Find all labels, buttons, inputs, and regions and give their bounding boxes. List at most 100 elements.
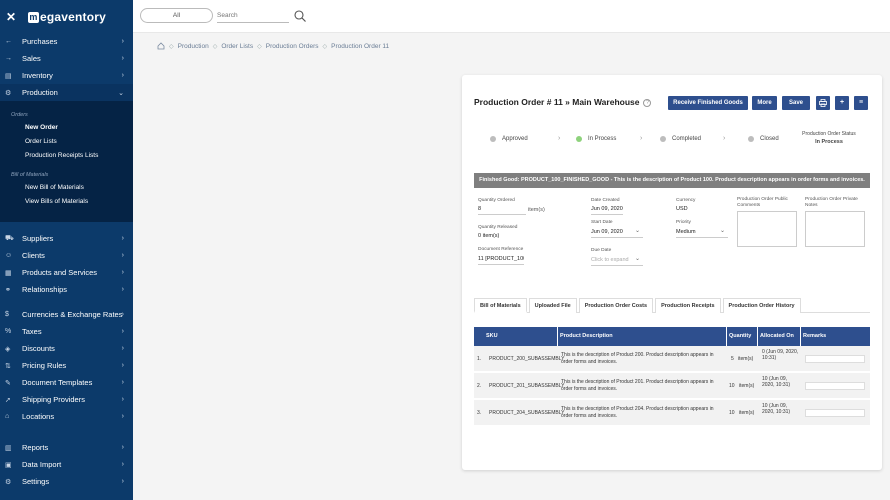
sidebar-item-currencies[interactable]: $ Currencies & Exchange Rates › <box>0 306 133 323</box>
sidebar-item-sales[interactable]: → Sales › <box>0 50 133 67</box>
tab-production-order-costs[interactable]: Production Order Costs <box>578 298 654 313</box>
send-icon: ➚ <box>5 396 11 404</box>
sidebar-item-label: Clients <box>22 251 45 260</box>
table-row[interactable]: 1. PRODUCT_200_SUBASSEMBLY This is the d… <box>474 346 870 373</box>
chevron-right-icon: › <box>640 135 643 142</box>
submenu-item-order-lists[interactable]: Order Lists <box>0 135 133 149</box>
row-description: This is the description of Product 204. … <box>561 406 714 419</box>
tab-uploaded-file[interactable]: Uploaded File <box>528 298 577 313</box>
column-header-description: Product Description <box>557 327 613 346</box>
production-submenu: Orders New Order Order Lists Production … <box>0 101 133 222</box>
row-sku: PRODUCT_201_SUBASSEMBLY <box>489 383 565 389</box>
save-button[interactable]: Save <box>782 96 810 110</box>
sidebar-item-settings[interactable]: ⚙ Settings › <box>0 473 133 490</box>
quantity-ordered-input[interactable]: 8 <box>478 205 526 215</box>
public-comments-label: Production Order Public Comments <box>737 197 788 208</box>
column-header-quantity: Quantity <box>726 327 751 346</box>
menu-button[interactable]: ≡ <box>854 96 868 110</box>
table-row[interactable]: 3. PRODUCT_204_SUBASSEMBLY This is the d… <box>474 400 870 427</box>
submenu-item-new-bom[interactable]: New Bill of Materials <box>0 181 133 195</box>
submenu-item-new-order[interactable]: New Order <box>0 121 133 135</box>
sidebar-item-reports[interactable]: ▥ Reports › <box>0 439 133 456</box>
page-title: Production Order # 11 » Main Warehouse? <box>474 97 652 107</box>
top-bar: All <box>133 0 890 33</box>
sidebar-item-relationships[interactable]: ⚭ Relationships › <box>0 281 133 298</box>
sidebar-item-locations[interactable]: ⌂ Locations › <box>0 408 133 425</box>
logo-mark: m <box>28 11 39 23</box>
more-button[interactable]: More <box>752 96 777 110</box>
truck-icon: ⛟ <box>5 235 14 242</box>
row-sku: PRODUCT_200_SUBASSEMBLY <box>489 356 565 362</box>
finished-good-banner: Finished Good: PRODUCT_100_FINISHED_GOOD… <box>474 173 870 188</box>
breadcrumb-separator-icon: ◇ <box>169 43 174 50</box>
breadcrumb: ◇ Production ◇ Order Lists ◇ Production … <box>157 42 389 50</box>
sidebar-item-purchases[interactable]: ← Purchases › <box>0 33 133 50</box>
add-button[interactable]: + <box>835 96 849 110</box>
chevron-down-icon: ⌄ <box>635 228 641 234</box>
breadcrumb-order-lists[interactable]: Order Lists <box>221 43 253 50</box>
public-comments-textarea[interactable] <box>737 211 797 247</box>
sidebar-item-document-templates[interactable]: ✎ Document Templates › <box>0 374 133 391</box>
sidebar-item-pricing-rules[interactable]: ⇅ Pricing Rules › <box>0 357 133 374</box>
sidebar-item-inventory[interactable]: ▤ Inventory › <box>0 67 133 84</box>
column-header-allocated-on: Allocated On <box>757 327 794 346</box>
step-dot <box>490 136 496 142</box>
home-icon[interactable] <box>157 42 165 50</box>
sidebar-item-label: Purchases <box>22 37 58 46</box>
chevron-right-icon: › <box>121 72 124 79</box>
submenu-item-production-receipts[interactable]: Production Receipts Lists <box>0 149 133 163</box>
search-input[interactable] <box>217 9 289 23</box>
chevron-right-icon: › <box>121 379 124 386</box>
sidebar-item-production[interactable]: ⚙ Production ⌄ <box>0 84 133 101</box>
print-button[interactable] <box>816 96 830 110</box>
breadcrumb-production[interactable]: Production <box>178 43 209 50</box>
chevron-right-icon: › <box>121 328 124 335</box>
chevron-down-icon: ⌄ <box>118 89 124 97</box>
currency-icon: $ <box>5 311 9 318</box>
search-icon[interactable] <box>293 9 307 23</box>
tab-production-order-history[interactable]: Production Order History <box>722 298 801 313</box>
sidebar-item-suppliers[interactable]: ⛟ Suppliers › <box>0 230 133 247</box>
due-date-label: Due Date <box>591 248 612 253</box>
row-allocated-on: 10 (Jun 09, 2020, 10:31) <box>762 403 791 415</box>
sidebar-item-clients[interactable]: ☺ Clients › <box>0 247 133 264</box>
tab-bill-of-materials[interactable]: Bill of Materials <box>474 298 527 313</box>
breadcrumb-production-orders[interactable]: Production Orders <box>266 43 319 50</box>
sidebar-item-shipping[interactable]: ➚ Shipping Providers › <box>0 391 133 408</box>
quantity-released-label: Quantity Released <box>478 225 518 230</box>
document-reference-input[interactable]: 11 [PRODUCT_100_FINISHED_GOOD] <box>478 255 524 265</box>
chevron-right-icon: › <box>121 252 124 259</box>
sidebar: ✕ m egaventory ← Purchases › → Sales › ▤ … <box>0 0 133 500</box>
brand-logo[interactable]: m egaventory <box>28 10 106 24</box>
submenu-item-view-bom[interactable]: View Bills of Materials <box>0 195 133 209</box>
sidebar-item-discounts[interactable]: ◈ Discounts › <box>0 340 133 357</box>
sidebar-item-taxes[interactable]: % Taxes › <box>0 323 133 340</box>
step-approved: Approved <box>490 136 528 142</box>
chevron-right-icon: › <box>121 286 124 293</box>
priority-label: Priority <box>676 220 691 225</box>
logo-text: egaventory <box>40 9 107 24</box>
column-header-remarks: Remarks <box>800 327 826 346</box>
remarks-input[interactable] <box>805 355 865 363</box>
remarks-input[interactable] <box>805 409 865 417</box>
chevron-right-icon: › <box>121 55 124 62</box>
table-row[interactable]: 2. PRODUCT_201_SUBASSEMBLY This is the d… <box>474 373 870 400</box>
gear-icon: ⚙ <box>5 478 12 486</box>
sidebar-item-products[interactable]: ▦ Products and Services › <box>0 264 133 281</box>
start-date-label: Start Date <box>591 220 613 225</box>
private-notes-textarea[interactable] <box>805 211 865 247</box>
remarks-input[interactable] <box>805 382 865 390</box>
search-scope-select[interactable]: All <box>140 8 213 23</box>
help-icon[interactable]: ? <box>643 99 652 107</box>
sidebar-item-data-import[interactable]: ▣ Data Import › <box>0 456 133 473</box>
row-unit: item(s) <box>739 410 755 416</box>
tab-production-receipts[interactable]: Production Receipts <box>655 298 721 313</box>
breadcrumb-separator-icon: ◇ <box>322 43 328 50</box>
chevron-right-icon: › <box>121 345 124 352</box>
close-icon[interactable]: ✕ <box>6 10 22 24</box>
status-value: In Process <box>815 139 843 145</box>
sidebar-item-label: Settings <box>22 477 50 486</box>
row-quantity: 5 <box>731 356 734 362</box>
chevron-right-icon: › <box>121 478 124 485</box>
receive-finished-goods-button[interactable]: Receive Finished Goods <box>668 96 748 110</box>
